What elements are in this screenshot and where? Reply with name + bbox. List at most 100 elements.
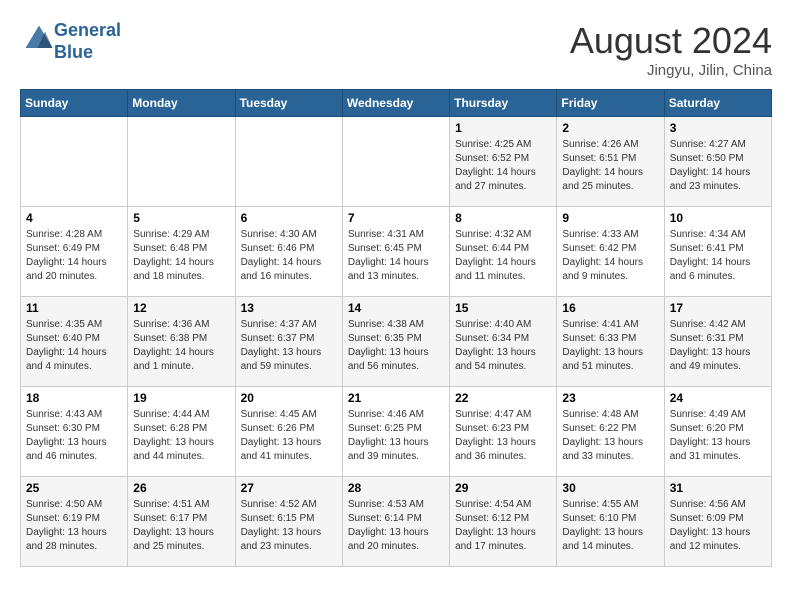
day-info: Sunrise: 4:49 AM Sunset: 6:20 PM Dayligh… — [670, 408, 766, 464]
day-header-monday: Monday — [128, 90, 235, 117]
day-number: 31 — [670, 481, 766, 495]
day-info: Sunrise: 4:40 AM Sunset: 6:34 PM Dayligh… — [455, 318, 551, 374]
day-info: Sunrise: 4:43 AM Sunset: 6:30 PM Dayligh… — [26, 408, 122, 464]
day-info: Sunrise: 4:33 AM Sunset: 6:42 PM Dayligh… — [562, 228, 658, 284]
day-info: Sunrise: 4:47 AM Sunset: 6:23 PM Dayligh… — [455, 408, 551, 464]
calendar-header-row: SundayMondayTuesdayWednesdayThursdayFrid… — [21, 90, 772, 117]
calendar-cell: 4 Sunrise: 4:28 AM Sunset: 6:49 PM Daylig… — [21, 207, 128, 297]
calendar-cell: 24 Sunrise: 4:49 AM Sunset: 6:20 PM Dayli… — [664, 387, 771, 477]
calendar-cell: 16 Sunrise: 4:41 AM Sunset: 6:33 PM Dayli… — [557, 297, 664, 387]
calendar-week-2: 4 Sunrise: 4:28 AM Sunset: 6:49 PM Daylig… — [21, 207, 772, 297]
day-number: 26 — [133, 481, 229, 495]
calendar-cell: 18 Sunrise: 4:43 AM Sunset: 6:30 PM Dayli… — [21, 387, 128, 477]
calendar-cell: 11Sunrise: 4:35 AM Sunset: 6:40 PM Dayli… — [21, 297, 128, 387]
calendar-cell: 23 Sunrise: 4:48 AM Sunset: 6:22 PM Dayli… — [557, 387, 664, 477]
calendar-cell: 12 Sunrise: 4:36 AM Sunset: 6:38 PM Dayli… — [128, 297, 235, 387]
calendar-body: 1 Sunrise: 4:25 AM Sunset: 6:52 PM Daylig… — [21, 117, 772, 567]
calendar-cell: 29Sunrise: 4:54 AM Sunset: 6:12 PM Dayli… — [450, 477, 557, 567]
day-number: 5 — [133, 211, 229, 225]
calendar-cell: 8 Sunrise: 4:32 AM Sunset: 6:44 PM Daylig… — [450, 207, 557, 297]
day-header-friday: Friday — [557, 90, 664, 117]
calendar-week-4: 18 Sunrise: 4:43 AM Sunset: 6:30 PM Dayli… — [21, 387, 772, 477]
day-number: 2 — [562, 121, 658, 135]
calendar-cell: 20 Sunrise: 4:45 AM Sunset: 6:26 PM Dayli… — [235, 387, 342, 477]
day-number: 9 — [562, 211, 658, 225]
calendar-cell: 2 Sunrise: 4:26 AM Sunset: 6:51 PM Daylig… — [557, 117, 664, 207]
calendar-cell: 22Sunrise: 4:47 AM Sunset: 6:23 PM Dayli… — [450, 387, 557, 477]
calendar-cell: 5 Sunrise: 4:29 AM Sunset: 6:48 PM Daylig… — [128, 207, 235, 297]
day-info: Sunrise: 4:55 AM Sunset: 6:10 PM Dayligh… — [562, 498, 658, 554]
calendar-cell: 19Sunrise: 4:44 AM Sunset: 6:28 PM Dayli… — [128, 387, 235, 477]
day-info: Sunrise: 4:42 AM Sunset: 6:31 PM Dayligh… — [670, 318, 766, 374]
day-info: Sunrise: 4:45 AM Sunset: 6:26 PM Dayligh… — [241, 408, 337, 464]
day-number: 3 — [670, 121, 766, 135]
day-info: Sunrise: 4:28 AM Sunset: 6:49 PM Dayligh… — [26, 228, 122, 284]
day-header-sunday: Sunday — [21, 90, 128, 117]
calendar-week-3: 11Sunrise: 4:35 AM Sunset: 6:40 PM Dayli… — [21, 297, 772, 387]
calendar-cell: 7Sunrise: 4:31 AM Sunset: 6:45 PM Daylig… — [342, 207, 449, 297]
day-number: 12 — [133, 301, 229, 315]
page-header: General Blue August 2024 Jingyu, Jilin, … — [20, 20, 772, 79]
day-info: Sunrise: 4:46 AM Sunset: 6:25 PM Dayligh… — [348, 408, 444, 464]
logo-text: General Blue — [54, 20, 121, 63]
calendar-week-1: 1 Sunrise: 4:25 AM Sunset: 6:52 PM Daylig… — [21, 117, 772, 207]
day-info: Sunrise: 4:31 AM Sunset: 6:45 PM Dayligh… — [348, 228, 444, 284]
day-number: 17 — [670, 301, 766, 315]
day-info: Sunrise: 4:29 AM Sunset: 6:48 PM Dayligh… — [133, 228, 229, 284]
calendar-cell: 14Sunrise: 4:38 AM Sunset: 6:35 PM Dayli… — [342, 297, 449, 387]
day-number: 4 — [26, 211, 122, 225]
day-info: Sunrise: 4:26 AM Sunset: 6:51 PM Dayligh… — [562, 138, 658, 194]
calendar-cell: 30 Sunrise: 4:55 AM Sunset: 6:10 PM Dayli… — [557, 477, 664, 567]
calendar-cell: 6Sunrise: 4:30 AM Sunset: 6:46 PM Daylig… — [235, 207, 342, 297]
day-header-thursday: Thursday — [450, 90, 557, 117]
day-number: 14 — [348, 301, 444, 315]
day-number: 1 — [455, 121, 551, 135]
calendar-cell: 31 Sunrise: 4:56 AM Sunset: 6:09 PM Dayli… — [664, 477, 771, 567]
calendar-week-5: 25Sunrise: 4:50 AM Sunset: 6:19 PM Dayli… — [21, 477, 772, 567]
day-number: 27 — [241, 481, 337, 495]
calendar-cell — [21, 117, 128, 207]
day-info: Sunrise: 4:36 AM Sunset: 6:38 PM Dayligh… — [133, 318, 229, 374]
day-header-saturday: Saturday — [664, 90, 771, 117]
day-info: Sunrise: 4:30 AM Sunset: 6:46 PM Dayligh… — [241, 228, 337, 284]
day-info: Sunrise: 4:56 AM Sunset: 6:09 PM Dayligh… — [670, 498, 766, 554]
day-info: Sunrise: 4:32 AM Sunset: 6:44 PM Dayligh… — [455, 228, 551, 284]
day-number: 24 — [670, 391, 766, 405]
calendar-cell: 21 Sunrise: 4:46 AM Sunset: 6:25 PM Dayli… — [342, 387, 449, 477]
day-number: 23 — [562, 391, 658, 405]
day-info: Sunrise: 4:41 AM Sunset: 6:33 PM Dayligh… — [562, 318, 658, 374]
calendar-cell — [128, 117, 235, 207]
day-number: 10 — [670, 211, 766, 225]
day-info: Sunrise: 4:34 AM Sunset: 6:41 PM Dayligh… — [670, 228, 766, 284]
calendar-cell: 26Sunrise: 4:51 AM Sunset: 6:17 PM Dayli… — [128, 477, 235, 567]
calendar-cell: 1 Sunrise: 4:25 AM Sunset: 6:52 PM Daylig… — [450, 117, 557, 207]
calendar-cell: 17 Sunrise: 4:42 AM Sunset: 6:31 PM Dayli… — [664, 297, 771, 387]
day-info: Sunrise: 4:54 AM Sunset: 6:12 PM Dayligh… — [455, 498, 551, 554]
day-number: 13 — [241, 301, 337, 315]
day-number: 8 — [455, 211, 551, 225]
logo-icon — [24, 24, 54, 54]
day-number: 20 — [241, 391, 337, 405]
day-info: Sunrise: 4:53 AM Sunset: 6:14 PM Dayligh… — [348, 498, 444, 554]
logo: General Blue — [20, 20, 121, 63]
day-info: Sunrise: 4:50 AM Sunset: 6:19 PM Dayligh… — [26, 498, 122, 554]
calendar-cell: 3 Sunrise: 4:27 AM Sunset: 6:50 PM Daylig… — [664, 117, 771, 207]
day-header-tuesday: Tuesday — [235, 90, 342, 117]
day-number: 18 — [26, 391, 122, 405]
day-info: Sunrise: 4:48 AM Sunset: 6:22 PM Dayligh… — [562, 408, 658, 464]
calendar-table: SundayMondayTuesdayWednesdayThursdayFrid… — [20, 89, 772, 567]
location: Jingyu, Jilin, China — [570, 62, 772, 79]
day-info: Sunrise: 4:35 AM Sunset: 6:40 PM Dayligh… — [26, 318, 122, 374]
calendar-cell: 15Sunrise: 4:40 AM Sunset: 6:34 PM Dayli… — [450, 297, 557, 387]
day-number: 28 — [348, 481, 444, 495]
day-number: 21 — [348, 391, 444, 405]
calendar-cell: 13Sunrise: 4:37 AM Sunset: 6:37 PM Dayli… — [235, 297, 342, 387]
calendar-cell: 9 Sunrise: 4:33 AM Sunset: 6:42 PM Daylig… — [557, 207, 664, 297]
day-number: 16 — [562, 301, 658, 315]
day-number: 30 — [562, 481, 658, 495]
title-block: August 2024 Jingyu, Jilin, China — [570, 20, 772, 79]
day-info: Sunrise: 4:25 AM Sunset: 6:52 PM Dayligh… — [455, 138, 551, 194]
calendar-cell: 25Sunrise: 4:50 AM Sunset: 6:19 PM Dayli… — [21, 477, 128, 567]
day-info: Sunrise: 4:27 AM Sunset: 6:50 PM Dayligh… — [670, 138, 766, 194]
calendar-cell: 10 Sunrise: 4:34 AM Sunset: 6:41 PM Dayli… — [664, 207, 771, 297]
